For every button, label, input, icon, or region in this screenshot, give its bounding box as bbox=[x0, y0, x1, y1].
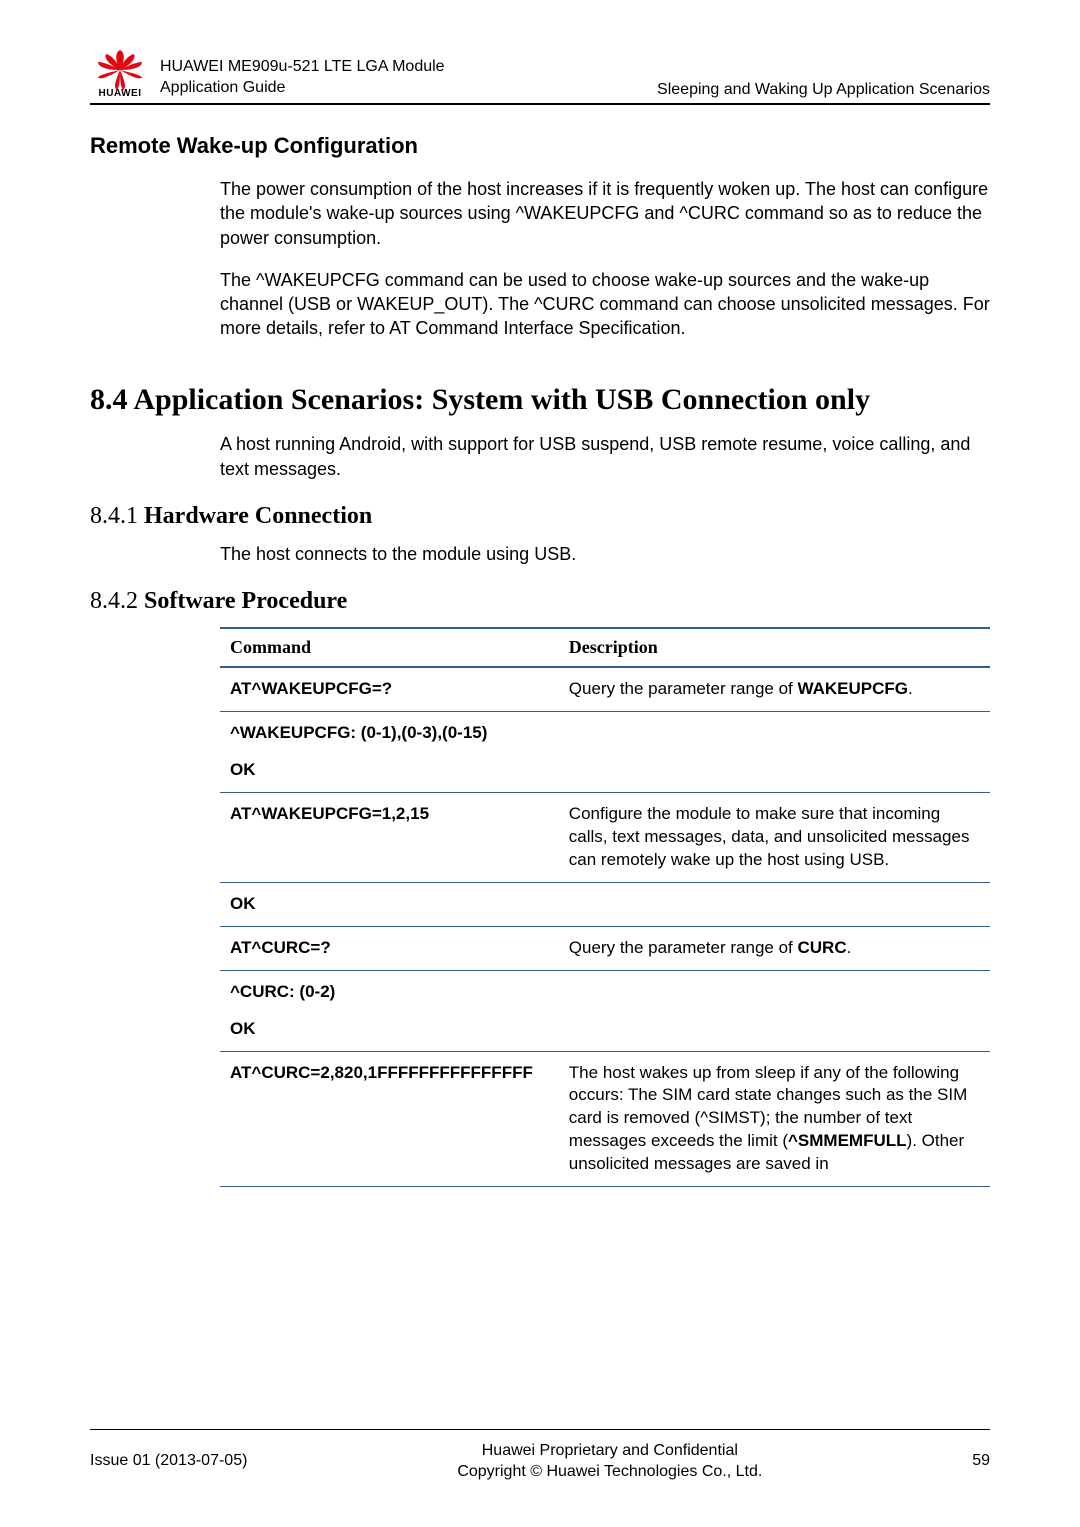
page-header: HUAWEI HUAWEI ME909u-521 LTE LGA Module … bbox=[90, 50, 990, 105]
col-command: Command bbox=[220, 628, 559, 667]
paragraph: A host running Android, with support for… bbox=[220, 432, 990, 481]
header-chapter-title: Sleeping and Waking Up Application Scena… bbox=[637, 81, 990, 99]
heading-title: Software Procedure bbox=[144, 588, 347, 614]
command-text: AT^CURC=2,820,1FFFFFFFFFFFFFFF bbox=[230, 1063, 533, 1082]
command-text: OK bbox=[230, 894, 256, 913]
heading-8-4: 8.4 Application Scenarios: System with U… bbox=[90, 381, 990, 419]
footer-issue: Issue 01 (2013-07-05) bbox=[90, 1452, 247, 1470]
doc-title-line2: Application Guide bbox=[160, 78, 637, 99]
footer-page-number: 59 bbox=[972, 1452, 990, 1470]
doc-title-line1: HUAWEI ME909u-521 LTE LGA Module bbox=[160, 57, 637, 78]
desc-text: . bbox=[847, 938, 852, 957]
software-procedure-table: Command Description AT^WAKEUPCFG=? Query… bbox=[220, 627, 990, 1187]
footer-copyright: Huawei Proprietary and Confidential Copy… bbox=[247, 1440, 972, 1483]
command-text: OK bbox=[230, 1019, 256, 1038]
header-doc-title: HUAWEI ME909u-521 LTE LGA Module Applica… bbox=[160, 57, 637, 99]
brand-text: HUAWEI bbox=[90, 88, 150, 99]
heading-number: 8.4.2 bbox=[90, 588, 144, 614]
table-row: ^WAKEUPCFG: (0-1),(0-3),(0-15) OK bbox=[220, 712, 990, 793]
desc-text: Configure the module to make sure that i… bbox=[569, 804, 970, 869]
desc-text: Query the parameter range of bbox=[569, 679, 798, 698]
command-text: AT^CURC=? bbox=[230, 938, 331, 957]
table-row: AT^WAKEUPCFG=? Query the parameter range… bbox=[220, 667, 990, 711]
paragraph: The host connects to the module using US… bbox=[220, 542, 990, 566]
desc-bold: CURC bbox=[797, 938, 846, 957]
table-row: OK bbox=[220, 882, 990, 926]
heading-title: Hardware Connection bbox=[144, 503, 372, 529]
command-text: ^CURC: (0-2) bbox=[230, 982, 335, 1001]
huawei-logo-icon bbox=[96, 50, 144, 90]
command-text: ^WAKEUPCFG: (0-1),(0-3),(0-15) bbox=[230, 723, 487, 742]
table-header-row: Command Description bbox=[220, 628, 990, 667]
desc-text: . bbox=[908, 679, 913, 698]
footer-line1: Huawei Proprietary and Confidential bbox=[247, 1440, 972, 1462]
table-row: ^CURC: (0-2) OK bbox=[220, 970, 990, 1051]
page-footer: Issue 01 (2013-07-05) Huawei Proprietary… bbox=[90, 1429, 990, 1483]
command-text: AT^WAKEUPCFG=? bbox=[230, 679, 392, 698]
paragraph: The power consumption of the host increa… bbox=[220, 177, 990, 250]
col-description: Description bbox=[559, 628, 990, 667]
table-row: AT^WAKEUPCFG=1,2,15 Configure the module… bbox=[220, 792, 990, 882]
command-text: AT^WAKEUPCFG=1,2,15 bbox=[230, 804, 429, 823]
command-text: OK bbox=[230, 760, 256, 779]
heading-number: 8.4.1 bbox=[90, 503, 144, 529]
footer-line2: Copyright © Huawei Technologies Co., Ltd… bbox=[247, 1461, 972, 1483]
heading-8-4-1: 8.4.1 Hardware Connection bbox=[90, 503, 990, 530]
heading-remote-wakeup: Remote Wake-up Configuration bbox=[90, 133, 990, 159]
desc-bold: ^SMMEMFULL bbox=[788, 1131, 907, 1150]
desc-text: Query the parameter range of bbox=[569, 938, 798, 957]
page-content: HUAWEI HUAWEI ME909u-521 LTE LGA Module … bbox=[0, 0, 1080, 1187]
table-row: AT^CURC=? Query the parameter range of C… bbox=[220, 926, 990, 970]
table-row: AT^CURC=2,820,1FFFFFFFFFFFFFFF The host … bbox=[220, 1051, 990, 1187]
heading-8-4-2: 8.4.2 Software Procedure bbox=[90, 588, 990, 615]
desc-bold: WAKEUPCFG bbox=[797, 679, 908, 698]
brand-logo: HUAWEI bbox=[90, 50, 150, 99]
paragraph: The ^WAKEUPCFG command can be used to ch… bbox=[220, 268, 990, 341]
